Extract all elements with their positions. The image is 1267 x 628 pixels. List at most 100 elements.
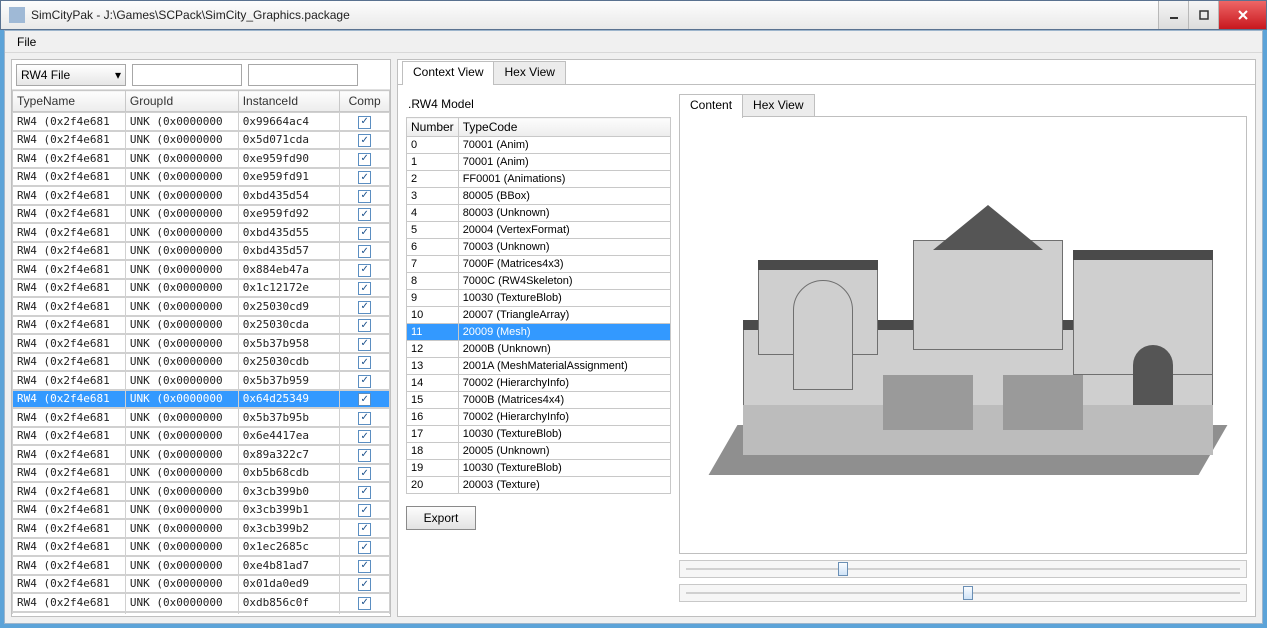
tab-hex-view[interactable]: Hex View [493,61,565,85]
checkbox-icon[interactable]: ✓ [358,301,371,314]
minimize-button[interactable] [1158,1,1188,29]
export-button[interactable]: Export [406,506,476,530]
checkbox-icon[interactable]: ✓ [358,282,371,295]
table-row[interactable]: RW4 (0x2f4e681UNK (0x00000000xfc065b51✓ [12,612,390,615]
table-row[interactable]: 1820005 (Unknown) [407,443,671,460]
tab-context-view[interactable]: Context View [402,61,494,85]
checkbox-icon[interactable]: ✓ [358,190,371,203]
table-row[interactable]: 2FF0001 (Animations) [407,171,671,188]
table-row[interactable]: 910030 (TextureBlob) [407,290,671,307]
table-row[interactable]: RW4 (0x2f4e681UNK (0x00000000x884eb47a✓ [12,260,390,279]
table-row[interactable]: RW4 (0x2f4e681UNK (0x00000000x5b37b959✓ [12,371,390,390]
checkbox-icon[interactable]: ✓ [358,227,371,240]
col-comp[interactable]: Comp [340,91,390,112]
checkbox-icon[interactable]: ✓ [358,264,371,277]
checkbox-icon[interactable]: ✓ [358,356,371,369]
type-filter-combo[interactable]: RW4 File ▾ [16,64,126,86]
table-row[interactable]: 122000B (Unknown) [407,341,671,358]
table-row[interactable]: 77000F (Matrices4x3) [407,256,671,273]
table-row[interactable]: 520004 (VertexFormat) [407,222,671,239]
table-row[interactable]: RW4 (0x2f4e681UNK (0x00000000x5b37b95b✓ [12,408,390,427]
checkbox-icon[interactable]: ✓ [358,319,371,332]
checkbox-icon[interactable]: ✓ [358,208,371,221]
menu-file[interactable]: File [9,33,44,51]
tab-content[interactable]: Content [679,94,743,118]
table-row[interactable]: RW4 (0x2f4e681UNK (0x00000000xe959fd92✓ [12,205,390,224]
table-row[interactable]: 1120009 (Mesh) [407,324,671,341]
table-row[interactable]: RW4 (0x2f4e681UNK (0x00000000xe4b81ad7✓ [12,556,390,575]
checkbox-icon[interactable]: ✓ [358,578,371,591]
filter-input-1[interactable] [132,64,242,86]
checkbox-icon[interactable]: ✓ [358,412,371,425]
checkbox-icon[interactable]: ✓ [358,597,371,610]
checkbox-icon[interactable]: ✓ [358,393,371,406]
checkbox-icon[interactable]: ✓ [358,560,371,573]
table-row[interactable]: 2020003 (Texture) [407,477,671,494]
table-row[interactable]: 380005 (BBox) [407,188,671,205]
slider-2[interactable] [679,584,1247,602]
table-row[interactable]: RW4 (0x2f4e681UNK (0x00000000xb5b68cdb✓ [12,464,390,483]
table-row[interactable]: RW4 (0x2f4e681UNK (0x00000000xbd435d54✓ [12,186,390,205]
table-row[interactable]: RW4 (0x2f4e681UNK (0x00000000xe959fd90✓ [12,149,390,168]
checkbox-icon[interactable]: ✓ [358,116,371,129]
table-row[interactable]: RW4 (0x2f4e681UNK (0x00000000x3cb399b1✓ [12,501,390,520]
checkbox-icon[interactable]: ✓ [358,171,371,184]
checkbox-icon[interactable]: ✓ [358,467,371,480]
col-instanceid[interactable]: InstanceId [238,91,340,112]
table-row[interactable]: RW4 (0x2f4e681UNK (0x00000000x89a322c7✓ [12,445,390,464]
table-row[interactable]: RW4 (0x2f4e681UNK (0x00000000x1ec2685c✓ [12,538,390,557]
table-row[interactable]: 480003 (Unknown) [407,205,671,222]
maximize-button[interactable] [1188,1,1218,29]
col-groupid[interactable]: GroupId [125,91,238,112]
checkbox-icon[interactable]: ✓ [358,338,371,351]
table-row[interactable]: 1020007 (TriangleArray) [407,307,671,324]
table-row[interactable]: 1470002 (HierarchyInfo) [407,375,671,392]
slider-1[interactable] [679,560,1247,578]
table-row[interactable]: RW4 (0x2f4e681UNK (0x00000000x01da0ed9✓ [12,575,390,594]
table-row[interactable]: 1910030 (TextureBlob) [407,460,671,477]
table-row[interactable]: RW4 (0x2f4e681UNK (0x00000000x3cb399b0✓ [12,482,390,501]
table-row[interactable]: RW4 (0x2f4e681UNK (0x00000000x5d071cda✓ [12,131,390,150]
table-row[interactable]: RW4 (0x2f4e681UNK (0x00000000x64d25349✓ [12,390,390,409]
checkbox-icon[interactable]: ✓ [358,245,371,258]
checkbox-icon[interactable]: ✓ [358,153,371,166]
checkbox-icon[interactable]: ✓ [358,375,371,388]
package-grid[interactable]: TypeName GroupId InstanceId Comp RW4 (0x… [12,90,390,616]
table-row[interactable]: RW4 (0x2f4e681UNK (0x00000000xbd435d55✓ [12,223,390,242]
checkbox-icon[interactable]: ✓ [358,541,371,554]
table-row[interactable]: 170001 (Anim) [407,154,671,171]
table-row[interactable]: RW4 (0x2f4e681UNK (0x00000000x1c12172e✓ [12,279,390,298]
table-row[interactable]: RW4 (0x2f4e681UNK (0x00000000xdb856c0f✓ [12,593,390,612]
table-row[interactable]: RW4 (0x2f4e681UNK (0x00000000x6e4417ea✓ [12,427,390,446]
app-icon [9,7,25,23]
checkbox-icon[interactable]: ✓ [358,430,371,443]
rw4-grid[interactable]: Number TypeCode 070001 (Anim)170001 (Ani… [406,117,671,494]
table-row[interactable]: RW4 (0x2f4e681UNK (0x00000000x25030cdb✓ [12,353,390,372]
table-row[interactable]: RW4 (0x2f4e681UNK (0x00000000x25030cd9✓ [12,297,390,316]
table-row[interactable]: 1710030 (TextureBlob) [407,426,671,443]
table-row[interactable]: RW4 (0x2f4e681UNK (0x00000000x3cb399b2✓ [12,519,390,538]
table-row[interactable]: RW4 (0x2f4e681UNK (0x00000000x99664ac4✓ [12,112,390,131]
checkbox-icon[interactable]: ✓ [358,134,371,147]
table-row[interactable]: 157000B (Matrices4x4) [407,392,671,409]
table-row[interactable]: 132001A (MeshMaterialAssignment) [407,358,671,375]
checkbox-icon[interactable]: ✓ [358,486,371,499]
close-button[interactable] [1218,1,1266,29]
checkbox-icon[interactable]: ✓ [358,523,371,536]
table-row[interactable]: RW4 (0x2f4e681UNK (0x00000000xbd435d57✓ [12,242,390,261]
table-row[interactable]: 070001 (Anim) [407,137,671,154]
tab-hex-view-viewer[interactable]: Hex View [742,94,814,118]
model-viewport[interactable] [679,116,1247,554]
checkbox-icon[interactable]: ✓ [358,449,371,462]
table-row[interactable]: RW4 (0x2f4e681UNK (0x00000000x5b37b958✓ [12,334,390,353]
checkbox-icon[interactable]: ✓ [358,504,371,517]
col-typecode[interactable]: TypeCode [458,118,670,137]
filter-input-2[interactable] [248,64,358,86]
table-row[interactable]: 670003 (Unknown) [407,239,671,256]
table-row[interactable]: 1670002 (HierarchyInfo) [407,409,671,426]
col-number[interactable]: Number [407,118,459,137]
col-typename[interactable]: TypeName [13,91,126,112]
table-row[interactable]: 87000C (RW4Skeleton) [407,273,671,290]
table-row[interactable]: RW4 (0x2f4e681UNK (0x00000000x25030cda✓ [12,316,390,335]
table-row[interactable]: RW4 (0x2f4e681UNK (0x00000000xe959fd91✓ [12,168,390,187]
